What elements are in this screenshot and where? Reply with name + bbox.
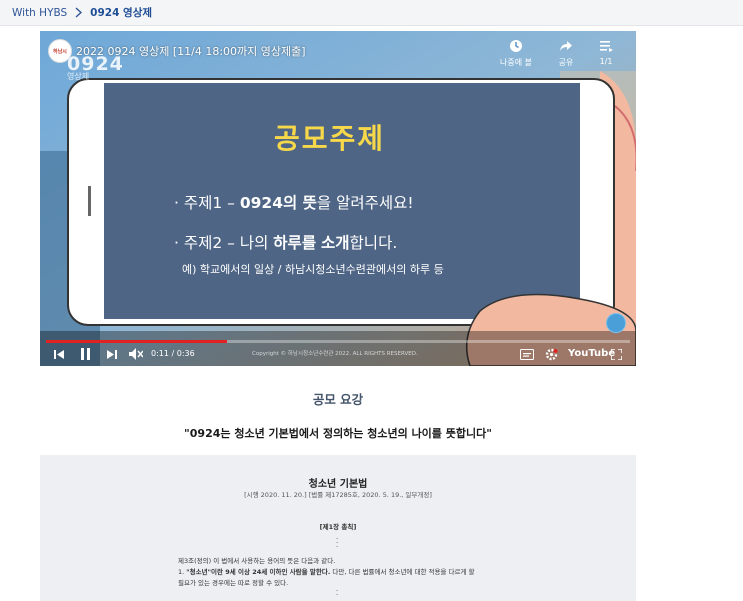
subtitles-icon	[520, 348, 534, 360]
pause-button[interactable]	[78, 347, 92, 361]
video-player[interactable]: 하남시 2022 0924 영상제 [11/4 18:00까지 영상제출] 09…	[40, 31, 636, 366]
section-title: 공모 요강	[312, 392, 364, 407]
clock-icon	[510, 40, 522, 52]
law-title: 청소년 기본법	[308, 479, 368, 490]
law-item-1-continued: 필요가 있는 경우에는 따로 정할 수 있다.	[178, 579, 289, 587]
mute-button[interactable]	[128, 347, 144, 361]
ellipsis-divider: · · ·	[336, 535, 339, 551]
breadcrumb: With HYBS 0924 영상제	[0, 0, 743, 26]
video-copyright: Copyright © 하남시청소년수련관 2022. ALL RIGHTS R…	[252, 351, 418, 357]
fullscreen-button[interactable]	[609, 347, 623, 361]
playlist-icon	[600, 41, 613, 52]
law-chapter: [제1장 총칙]	[319, 523, 357, 531]
video-watermark-sub: 영상제	[67, 72, 90, 81]
pause-icon	[80, 348, 90, 360]
playlist-button[interactable]: 1/1	[586, 39, 626, 66]
next-button[interactable]	[104, 347, 118, 361]
law-item-1: 1. "청소년"이란 9세 이상 24세 이하인 사람을 말한다. 다만, 다른…	[178, 568, 475, 576]
watch-later-button[interactable]: 나중에 볼	[496, 39, 536, 68]
definition-quote: "0924는 청소년 기본법에서 정의하는 청소년의 나이를 뜻합니다"	[184, 427, 492, 440]
law-article: 제3조(정의) 이 법에서 사용하는 용어의 뜻은 다음과 같다.	[178, 557, 336, 565]
skip-next-icon	[106, 349, 117, 359]
progress-bar-fill	[46, 340, 227, 343]
settings-button[interactable]	[543, 347, 559, 361]
share-button[interactable]: 공유	[546, 39, 586, 68]
fullscreen-icon	[610, 348, 622, 360]
breadcrumb-home-link[interactable]: With HYBS	[12, 7, 67, 19]
skip-previous-icon	[53, 349, 64, 359]
captions-button[interactable]	[519, 347, 535, 361]
chevron-right-icon	[75, 7, 83, 18]
law-excerpt-box: 청소년 기본법 [시행 2020. 11. 20.] [법률 제17285호, …	[40, 455, 636, 601]
screen-example: 예) 학교에서의 일상 / 하남시청소년수련관에서의 하루 등	[182, 263, 444, 276]
law-subtitle: [시행 2020. 11. 20.] [법률 제17285호, 2020. 5.…	[244, 491, 432, 499]
breadcrumb-current[interactable]: 0924 영상제	[90, 5, 152, 20]
previous-button[interactable]	[52, 347, 66, 361]
screen-bullet-2: · 주제2 – 나의 하루를 소개합니다.	[174, 234, 398, 252]
video-overlay-button[interactable]	[606, 313, 626, 333]
ellipsis-divider: · ·	[336, 587, 339, 599]
gear-icon	[545, 348, 557, 360]
time-display: 0:11 / 0:36	[151, 349, 195, 358]
volume-muted-icon	[129, 348, 143, 360]
share-icon	[560, 41, 572, 51]
screen-heading: 공모주제	[274, 122, 386, 155]
screen-bullet-1: · 주제1 – 0924의 뜻을 알려주세요!	[174, 194, 414, 212]
